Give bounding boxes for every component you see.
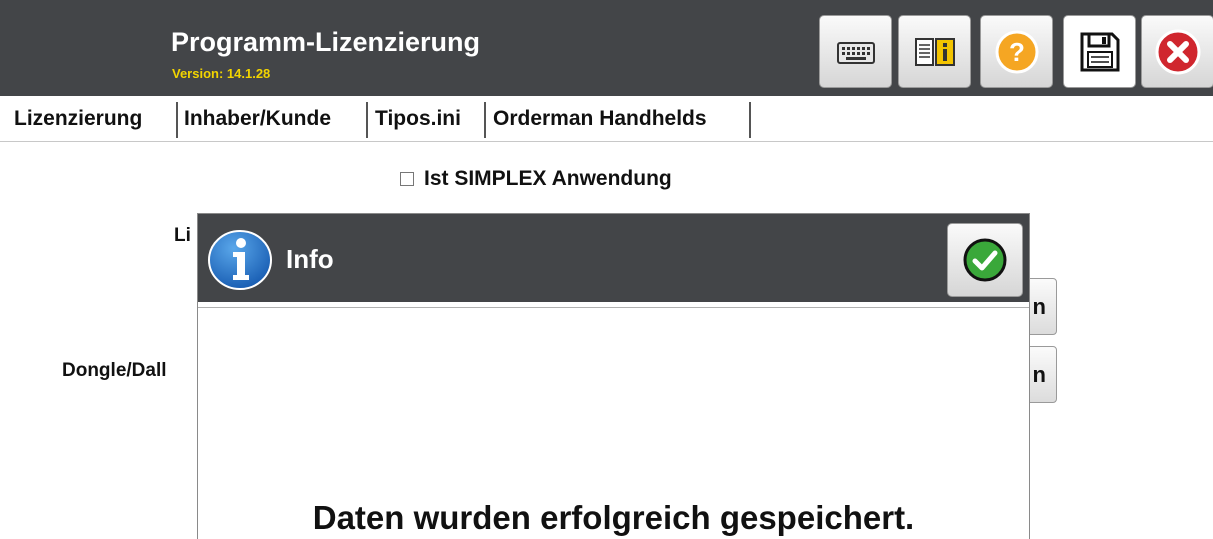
tab-bar: Lizenzierung Inhaber/Kunde Tipos.ini Ord…: [0, 96, 1213, 142]
checkmark-icon: [963, 238, 1007, 282]
tab-inhaber-kunde[interactable]: Inhaber/Kunde: [184, 102, 331, 136]
simplex-checkbox-label: Ist SIMPLEX Anwendung: [424, 167, 672, 190]
ok-button[interactable]: [947, 223, 1023, 297]
license-action-button-label: n: [1032, 294, 1046, 319]
manual-button[interactable]: [898, 15, 971, 88]
tab-divider: [749, 102, 751, 138]
save-button[interactable]: [1063, 15, 1136, 88]
dialog-header: Info: [198, 214, 1029, 302]
tab-divider: [484, 102, 486, 138]
close-icon: [1155, 29, 1200, 74]
keyboard-button[interactable]: [819, 15, 892, 88]
header-bar: Programm-Lizenzierung Version: 14.1.28 ?: [0, 0, 1213, 96]
help-button[interactable]: ?: [980, 15, 1053, 88]
tab-divider: [176, 102, 178, 138]
tab-divider: [366, 102, 368, 138]
dialog-title: Info: [286, 244, 334, 274]
keyboard-icon: [836, 41, 875, 64]
dongle-action-button-label: n: [1032, 362, 1046, 387]
app-window: Programm-Lizenzierung Version: 14.1.28 ?…: [0, 0, 1213, 539]
help-icon: ?: [995, 30, 1038, 73]
save-icon: [1080, 32, 1119, 71]
tab-orderman-handhelds[interactable]: Orderman Handhelds: [493, 102, 707, 136]
tab-tipos-ini[interactable]: Tipos.ini: [375, 102, 461, 136]
info-icon: [208, 230, 272, 290]
version-label: Version: 14.1.28: [172, 66, 271, 81]
svg-text:?: ?: [1009, 37, 1025, 67]
page-title: Programm-Lizenzierung: [171, 27, 481, 57]
simplex-checkbox[interactable]: [400, 172, 414, 186]
tab-lizenzierung[interactable]: Lizenzierung: [14, 102, 142, 136]
license-field-label: Li: [174, 225, 191, 246]
manual-info-icon: [914, 37, 955, 66]
dongle-field-label: Dongle/Dall: [62, 360, 167, 381]
dialog-message: Daten wurden erfolgreich gespeichert.: [312, 499, 915, 536]
close-button[interactable]: [1141, 15, 1213, 88]
dialog-body: Daten wurden erfolgreich gespeichert.: [198, 307, 1029, 539]
info-dialog: Info Daten wurden erfolgreich gespeicher…: [197, 213, 1030, 539]
